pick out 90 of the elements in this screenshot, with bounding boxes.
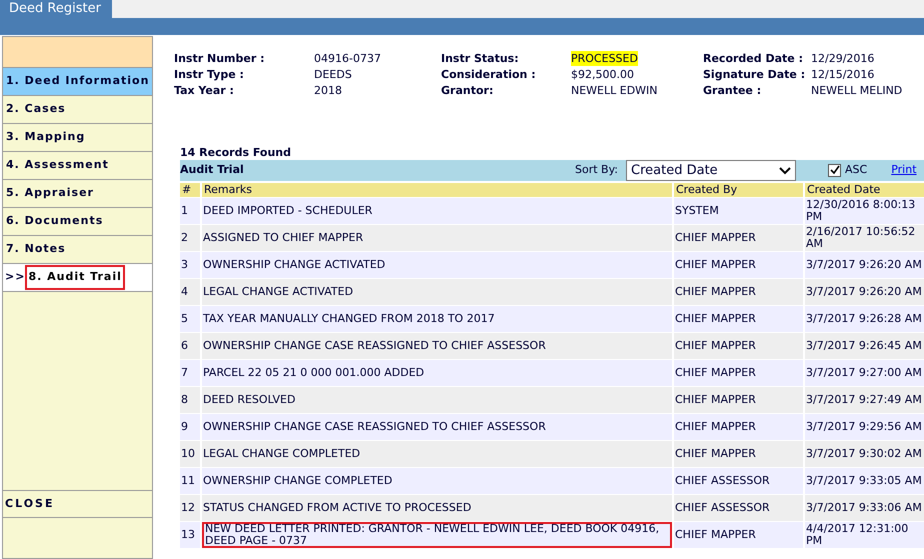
table-cell: 3/7/2017 9:26:28 AM [805, 313, 923, 325]
table-cell: 3/7/2017 9:26:45 AM [805, 340, 923, 352]
table-cell: CHIEF MAPPER [674, 529, 757, 541]
asc-label: ASC [845, 162, 868, 178]
chevron-down-icon [779, 166, 792, 174]
sidebar-item[interactable]: 5. Appraiser [3, 181, 97, 206]
table-cell: 5 [180, 313, 189, 325]
table-cell: OWNERSHIP CHANGE ACTIVATED [202, 259, 386, 271]
column-header: # [181, 183, 192, 197]
table-cell: CHIEF MAPPER [674, 367, 757, 379]
table-cell: TAX YEAR MANUALLY CHANGED FROM 2018 TO 2017 [202, 313, 496, 325]
table-cell: 3/7/2017 9:30:02 AM [805, 448, 923, 460]
sidebar-item[interactable]: 7. Notes [3, 237, 69, 262]
field-label: Grantee : [703, 83, 762, 98]
table-cell: ASSIGNED TO CHIEF MAPPER [202, 232, 364, 244]
table-cell: CHIEF MAPPER [674, 394, 757, 406]
table-cell: OWNERSHIP CHANGE CASE REASSIGNED TO CHIEF ASSESSOR [202, 340, 547, 352]
table-cell: 9 [180, 421, 189, 433]
field-value: PROCESSED [571, 51, 638, 66]
table-cell: CHIEF MAPPER [674, 448, 757, 460]
table-cell: 1 [180, 205, 189, 217]
table-cell: CHIEF ASSESSOR [674, 475, 771, 487]
sidebar-item[interactable]: 4. Assessment [3, 153, 112, 178]
field-value: $92,500.00 [571, 67, 634, 82]
sidebar-item[interactable]: 2. Cases [3, 97, 69, 122]
table-cell: 2 [180, 232, 189, 244]
close-button[interactable]: CLOSE [3, 491, 152, 518]
table-cell: NEW DEED LETTER PRINTED: GRANTOR - NEWELL EDWIN LEE, DEED BOOK 04916, DEED PAGE - 0737 [202, 522, 672, 548]
table-cell: CHIEF ASSESSOR [674, 502, 771, 514]
table-cell: 13 [180, 529, 196, 541]
field-value: NEWELL MELIND [811, 83, 902, 98]
table-cell: 10 [180, 448, 196, 460]
table-cell: CHIEF MAPPER [674, 340, 757, 352]
table-cell: PARCEL 22 05 21 0 000 001.000 ADDED [202, 367, 426, 379]
current-marker: >> [5, 269, 26, 286]
table-cell: SYSTEM [674, 205, 720, 217]
field-value: NEWELL EDWIN [571, 83, 658, 98]
field-label: Grantor: [441, 83, 494, 98]
table-cell: 3/7/2017 9:27:49 AM [805, 394, 923, 406]
sidebar-item[interactable]: 6. Documents [3, 209, 106, 234]
table-cell: 3/7/2017 9:26:20 AM [805, 286, 923, 298]
table-cell: CHIEF MAPPER [674, 259, 757, 271]
field-value: 12/29/2016 [811, 51, 874, 66]
asc-checkbox[interactable] [828, 164, 842, 177]
table-cell: 6 [180, 340, 189, 352]
sort-label: Sort By: [575, 162, 618, 178]
table-cell: 3/7/2017 9:26:20 AM [805, 259, 923, 271]
field-label: Recorded Date : [703, 51, 804, 66]
table-cell: LEGAL CHANGE ACTIVATED [202, 286, 354, 298]
sidebar-item[interactable]: 3. Mapping [3, 125, 88, 150]
print-link[interactable]: Print [891, 162, 917, 179]
table-cell: DEED RESOLVED [202, 394, 296, 406]
table-cell: 3/7/2017 9:33:06 AM [805, 502, 923, 514]
field-label: Tax Year : [174, 83, 235, 98]
field-value: 2018 [314, 83, 342, 98]
table-cell: 3/7/2017 9:27:00 AM [805, 367, 923, 379]
table-cell-text: 12/30/2016 8:00:13 PM [805, 199, 916, 223]
table-cell-text: 4/4/2017 12:31:00 PM [805, 523, 910, 547]
field-label: Instr Type : [174, 67, 245, 82]
table-cell: CHIEF MAPPER [674, 286, 757, 298]
tab[interactable]: Deed Register [0, 0, 112, 18]
sidebar-item[interactable]: 1. Deed Information [3, 69, 152, 94]
audit-title: Audit Trial [180, 162, 245, 178]
sort-select[interactable]: Created Date [626, 160, 796, 181]
field-label: Instr Number : [174, 51, 266, 66]
table-cell: 7 [180, 367, 189, 379]
table-cell: STATUS CHANGED FROM ACTIVE TO PROCESSED [202, 502, 472, 514]
field-label: Signature Date : [703, 67, 806, 82]
table-cell: OWNERSHIP CHANGE CASE REASSIGNED TO CHIEF ASSESSOR [202, 421, 547, 433]
records-count: 14 Records Found [180, 146, 292, 160]
table-cell: OWNERSHIP CHANGE COMPLETED [202, 475, 394, 487]
table-cell: 3/7/2017 9:33:05 AM [805, 475, 923, 487]
field-label: Consideration : [441, 67, 537, 82]
table-cell: LEGAL CHANGE COMPLETED [202, 448, 362, 460]
field-value: 12/15/2016 [811, 67, 874, 82]
field-value: DEEDS [314, 67, 352, 82]
table-cell: CHIEF MAPPER [674, 313, 757, 325]
table-cell: 4 [180, 286, 189, 298]
table-cell-text: 2/16/2017 10:56:52 AM [805, 226, 916, 250]
table-cell: 3 [180, 259, 189, 271]
table-cell: 8 [180, 394, 189, 406]
table-cell: 12 [180, 502, 196, 514]
table-cell: CHIEF MAPPER [674, 232, 757, 244]
sidebar-item[interactable]: 8. Audit Trail [25, 265, 125, 290]
table-cell: 3/7/2017 9:29:56 AM [805, 421, 923, 433]
table-cell: 11 [180, 475, 196, 487]
table-cell: CHIEF MAPPER [674, 421, 757, 433]
field-value: 04916-0737 [314, 51, 381, 66]
field-label: Instr Status: [441, 51, 520, 66]
table-cell: DEED IMPORTED - SCHEDULER [202, 205, 374, 217]
